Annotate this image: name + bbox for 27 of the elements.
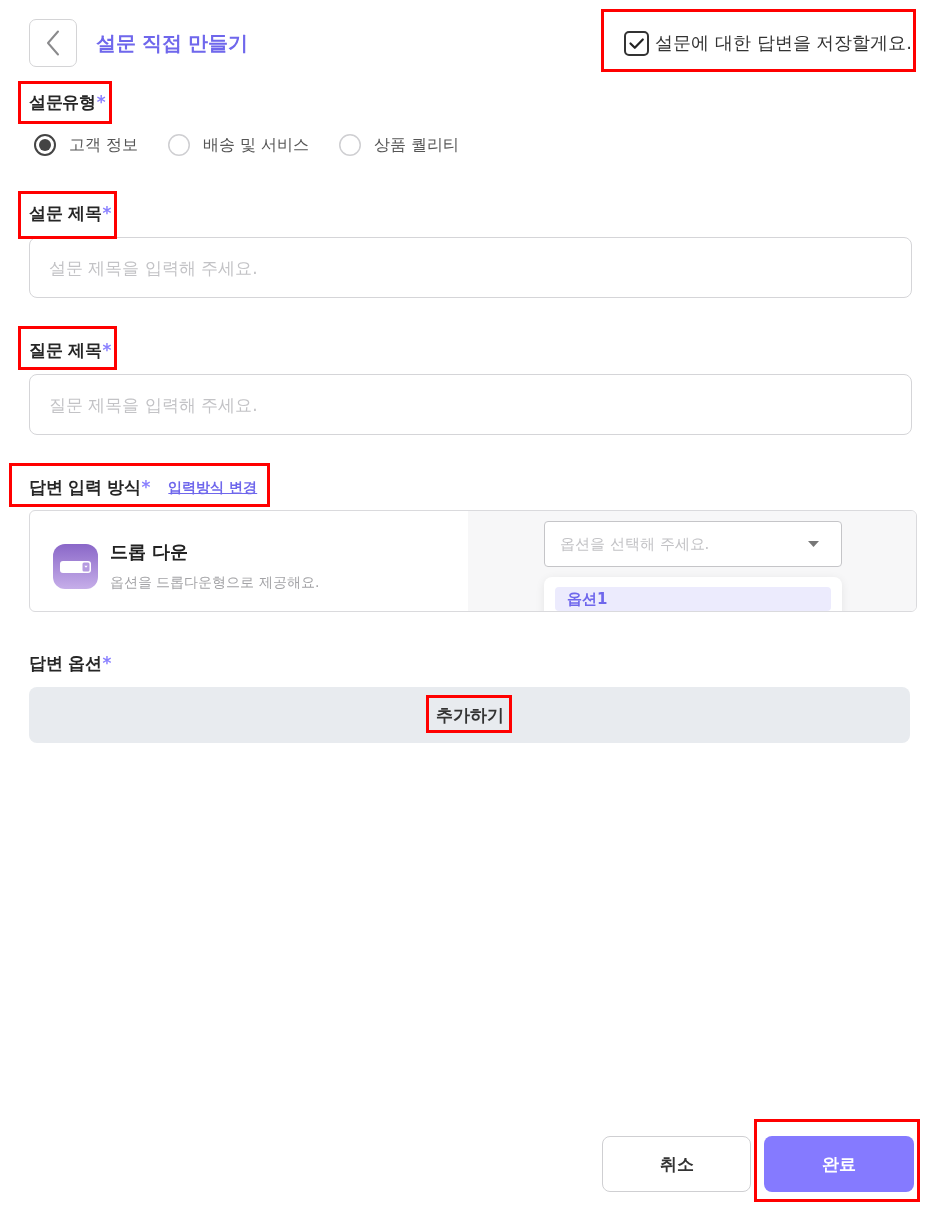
text-input-field[interactable]: 설문 제목을 입력해 주세요. (29, 237, 912, 298)
field-label: 답변 옵션 (29, 652, 102, 675)
radio-option[interactable]: 배송 및 서비스 (168, 134, 310, 156)
required-mark: * (102, 202, 112, 225)
required-mark: * (102, 652, 112, 675)
change-input-type-link[interactable]: 입력방식 변경 (168, 477, 258, 497)
radio-option[interactable]: 고객 정보 (34, 134, 139, 156)
page-title: 설문 직접 만들기 (96, 30, 248, 57)
field-label: 질문 제목 (29, 339, 102, 362)
back-button[interactable] (29, 19, 77, 67)
required-mark: * (141, 476, 151, 499)
caret-icon (808, 541, 819, 547)
dropdown-option[interactable]: 옵션1 (555, 587, 831, 611)
text-input-field[interactable]: 질문 제목을 입력해 주세요. (29, 374, 912, 435)
cancel-button[interactable]: 취소 (602, 1136, 751, 1192)
radio-option[interactable]: 상품 퀄리티 (339, 134, 460, 156)
field-label: 답변 입력 방식 (29, 476, 141, 499)
add-button[interactable]: 추가하기 (29, 687, 910, 743)
field-label: 설문 제목 (29, 202, 102, 225)
dropdown-type-icon (53, 543, 98, 589)
required-mark: * (102, 339, 112, 362)
required-mark: * (96, 91, 106, 114)
input-type-name: 드롭 다운 (110, 540, 189, 564)
input-type-description: 옵션을 드롭다운형으로 제공해요. (110, 573, 320, 592)
field-label: 설문유형 (29, 91, 96, 114)
back-icon (46, 30, 60, 56)
save-answers-checkbox[interactable]: 설문에 대한 답변을 저장할게요. (624, 30, 912, 56)
